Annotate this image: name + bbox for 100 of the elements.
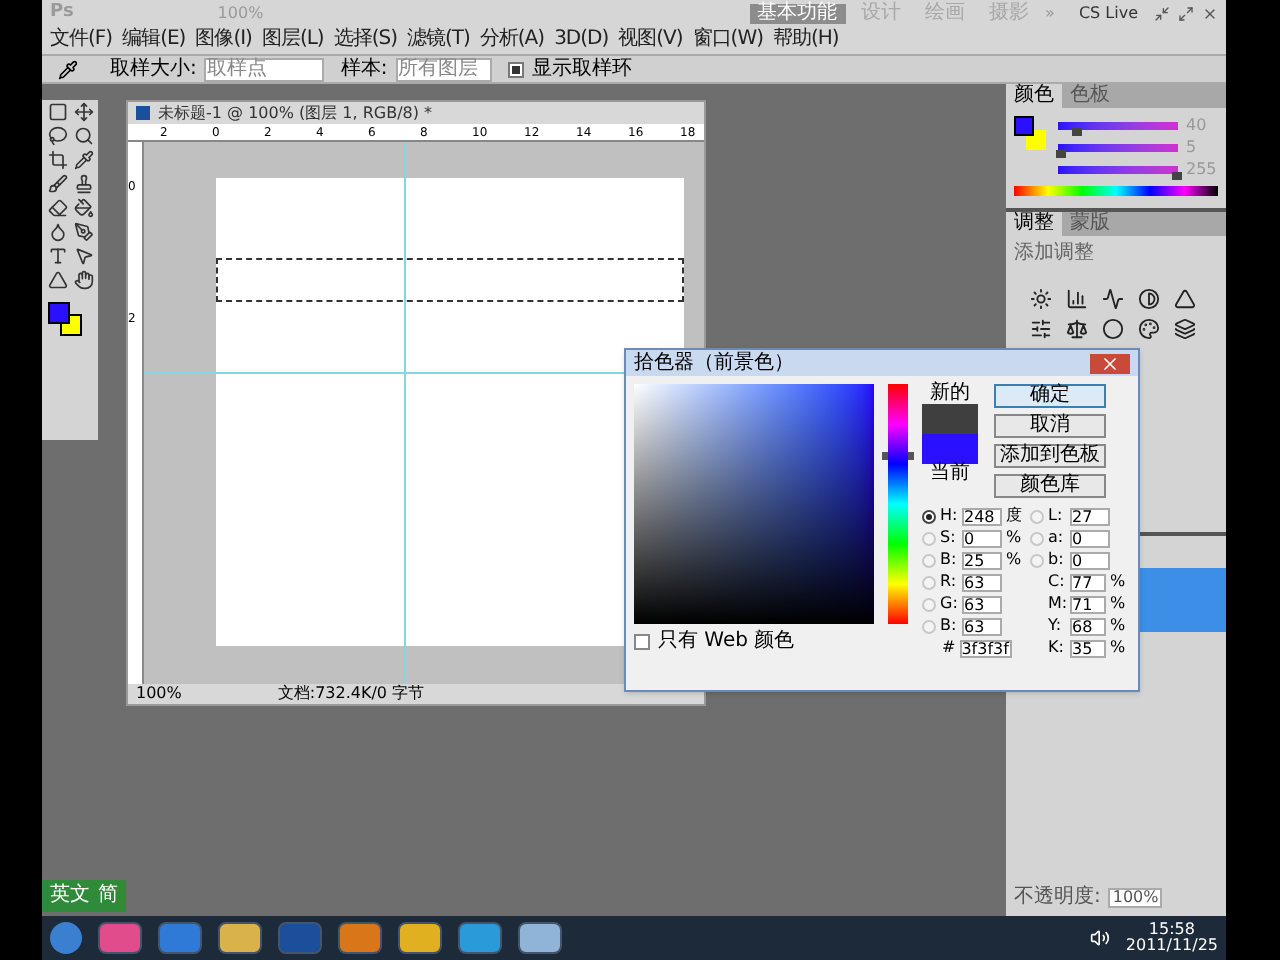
- sample-size-label: 取样大小:: [110, 59, 197, 79]
- hue-slider-thumb[interactable]: [882, 452, 914, 460]
- taskbar-app-icon[interactable]: [338, 922, 382, 954]
- dialog-button[interactable]: 确定: [994, 384, 1106, 408]
- app-logo: Ps: [50, 0, 74, 26]
- stamp-icon[interactable]: [73, 174, 93, 194]
- contrast-icon[interactable]: [1138, 288, 1160, 310]
- taskbar-app-icon[interactable]: [398, 922, 442, 954]
- volume-icon[interactable]: [1089, 928, 1110, 948]
- hand-icon[interactable]: [73, 270, 93, 290]
- menu-item[interactable]: 帮助(H): [773, 30, 839, 50]
- menu-item[interactable]: 滤镜(T): [406, 30, 470, 50]
- dialog-button[interactable]: 颜色库: [994, 474, 1106, 498]
- menu-item[interactable]: 视图(V): [618, 30, 683, 50]
- value-field[interactable]: 68: [1070, 617, 1106, 635]
- minimize-icon[interactable]: [1154, 5, 1170, 21]
- unit-label: %: [1110, 618, 1126, 634]
- value-field[interactable]: 63: [962, 617, 1002, 635]
- field-label: b:: [1048, 552, 1066, 568]
- ime-bar[interactable]: 英文 简: [42, 880, 126, 912]
- bucket-icon[interactable]: [73, 198, 93, 218]
- value-field[interactable]: 0: [962, 529, 1002, 547]
- bar-chart-icon[interactable]: [1066, 288, 1088, 310]
- taskbar-app-icon[interactable]: [158, 922, 202, 954]
- drop-icon[interactable]: [47, 222, 67, 242]
- triangle-icon[interactable]: [47, 270, 67, 290]
- show-ring-checkbox[interactable]: [507, 61, 524, 77]
- pen-icon[interactable]: [73, 222, 93, 242]
- taskbar-app-icon[interactable]: [218, 922, 262, 954]
- ime-label[interactable]: 简: [98, 886, 118, 906]
- slider-thumb[interactable]: [1171, 171, 1182, 179]
- menu-item[interactable]: 图像(I): [195, 30, 252, 50]
- opacity-label: 不透明度:: [1014, 888, 1101, 908]
- sun-icon[interactable]: [1030, 288, 1052, 310]
- triangle-icon[interactable]: [1174, 288, 1196, 310]
- field-label: S:: [940, 530, 958, 546]
- layers-icon[interactable]: [1174, 318, 1196, 340]
- value-field[interactable]: 0: [1070, 551, 1110, 569]
- taskbar-app-icon[interactable]: [518, 922, 562, 954]
- palette-icon[interactable]: [1138, 318, 1160, 340]
- type-icon[interactable]: [47, 246, 67, 266]
- show-ring-label: 显示取样环: [531, 59, 632, 79]
- eraser-icon[interactable]: [47, 198, 67, 218]
- value-field[interactable]: 35: [1070, 639, 1106, 657]
- marquee-icon[interactable]: [47, 102, 67, 122]
- crop-icon[interactable]: [47, 150, 67, 170]
- sliders-icon[interactable]: [1030, 318, 1052, 340]
- color-swatches-icon[interactable]: [1014, 116, 1050, 156]
- eyedropper-icon[interactable]: [58, 59, 78, 79]
- new-color-swatch: [922, 404, 978, 434]
- curve-icon[interactable]: [1102, 288, 1124, 310]
- cs-live-button[interactable]: CS Live: [1078, 1, 1138, 25]
- zoom-field[interactable]: 100%: [136, 686, 182, 702]
- dialog-button[interactable]: 取消: [994, 414, 1106, 438]
- opacity-field[interactable]: 100%: [1108, 888, 1163, 908]
- brush-icon[interactable]: [47, 174, 67, 194]
- menu-item[interactable]: 选择(S): [333, 30, 397, 50]
- value-field[interactable]: 248: [962, 507, 1002, 525]
- value-field[interactable]: 63: [962, 595, 1002, 613]
- menu-item[interactable]: 分析(A): [479, 30, 545, 50]
- panel-tab[interactable]: 颜色: [1006, 84, 1062, 108]
- restore-icon[interactable]: [1178, 5, 1194, 21]
- taskbar-app-icon[interactable]: [458, 922, 502, 954]
- value-field[interactable]: 63: [962, 573, 1002, 591]
- move-icon[interactable]: [73, 102, 93, 122]
- value-field[interactable]: 25: [962, 551, 1002, 569]
- field-label: B:: [940, 618, 958, 634]
- hex-field[interactable]: 3f3f3f: [959, 639, 1012, 657]
- spectrum-bar[interactable]: [1014, 186, 1218, 196]
- circle-icon[interactable]: [1102, 318, 1124, 340]
- dialog-button[interactable]: 添加到色板: [994, 444, 1106, 468]
- menu-item[interactable]: 窗口(W): [692, 30, 763, 50]
- value-field[interactable]: 0: [1070, 529, 1110, 547]
- field-label: K:: [1048, 640, 1066, 656]
- menu-item[interactable]: 编辑(E): [122, 30, 186, 50]
- slider-thumb[interactable]: [1056, 149, 1067, 157]
- sample-dropdown[interactable]: 所有图层: [395, 57, 492, 81]
- close-icon[interactable]: [1090, 353, 1130, 373]
- panel-tab[interactable]: 调整: [1006, 212, 1062, 236]
- sample-size-dropdown[interactable]: 取样点: [204, 57, 325, 81]
- lasso-icon[interactable]: [47, 126, 67, 146]
- pointer-icon[interactable]: [73, 246, 93, 266]
- radio-button[interactable]: [922, 509, 936, 523]
- eyedropper-icon[interactable]: [73, 150, 93, 170]
- slider-thumb[interactable]: [1072, 127, 1082, 135]
- menu-item[interactable]: 图层(L): [261, 30, 324, 50]
- scale-icon[interactable]: [1066, 318, 1088, 340]
- color-field[interactable]: [634, 384, 874, 624]
- ime-label[interactable]: 英文: [50, 886, 90, 906]
- value-field[interactable]: 77: [1070, 573, 1106, 591]
- value-field[interactable]: 27: [1070, 507, 1110, 525]
- menu-item[interactable]: 文件(F): [50, 30, 113, 50]
- close-icon[interactable]: [1202, 5, 1218, 21]
- taskbar-app-icon[interactable]: [98, 922, 142, 954]
- menu-item[interactable]: 3D(D): [554, 30, 609, 50]
- start-button[interactable]: [50, 922, 82, 954]
- web-only-checkbox[interactable]: [634, 634, 650, 650]
- unit-label: 度: [1006, 508, 1022, 524]
- value-field[interactable]: 71: [1070, 595, 1106, 613]
- magnifier-icon[interactable]: [73, 126, 93, 146]
